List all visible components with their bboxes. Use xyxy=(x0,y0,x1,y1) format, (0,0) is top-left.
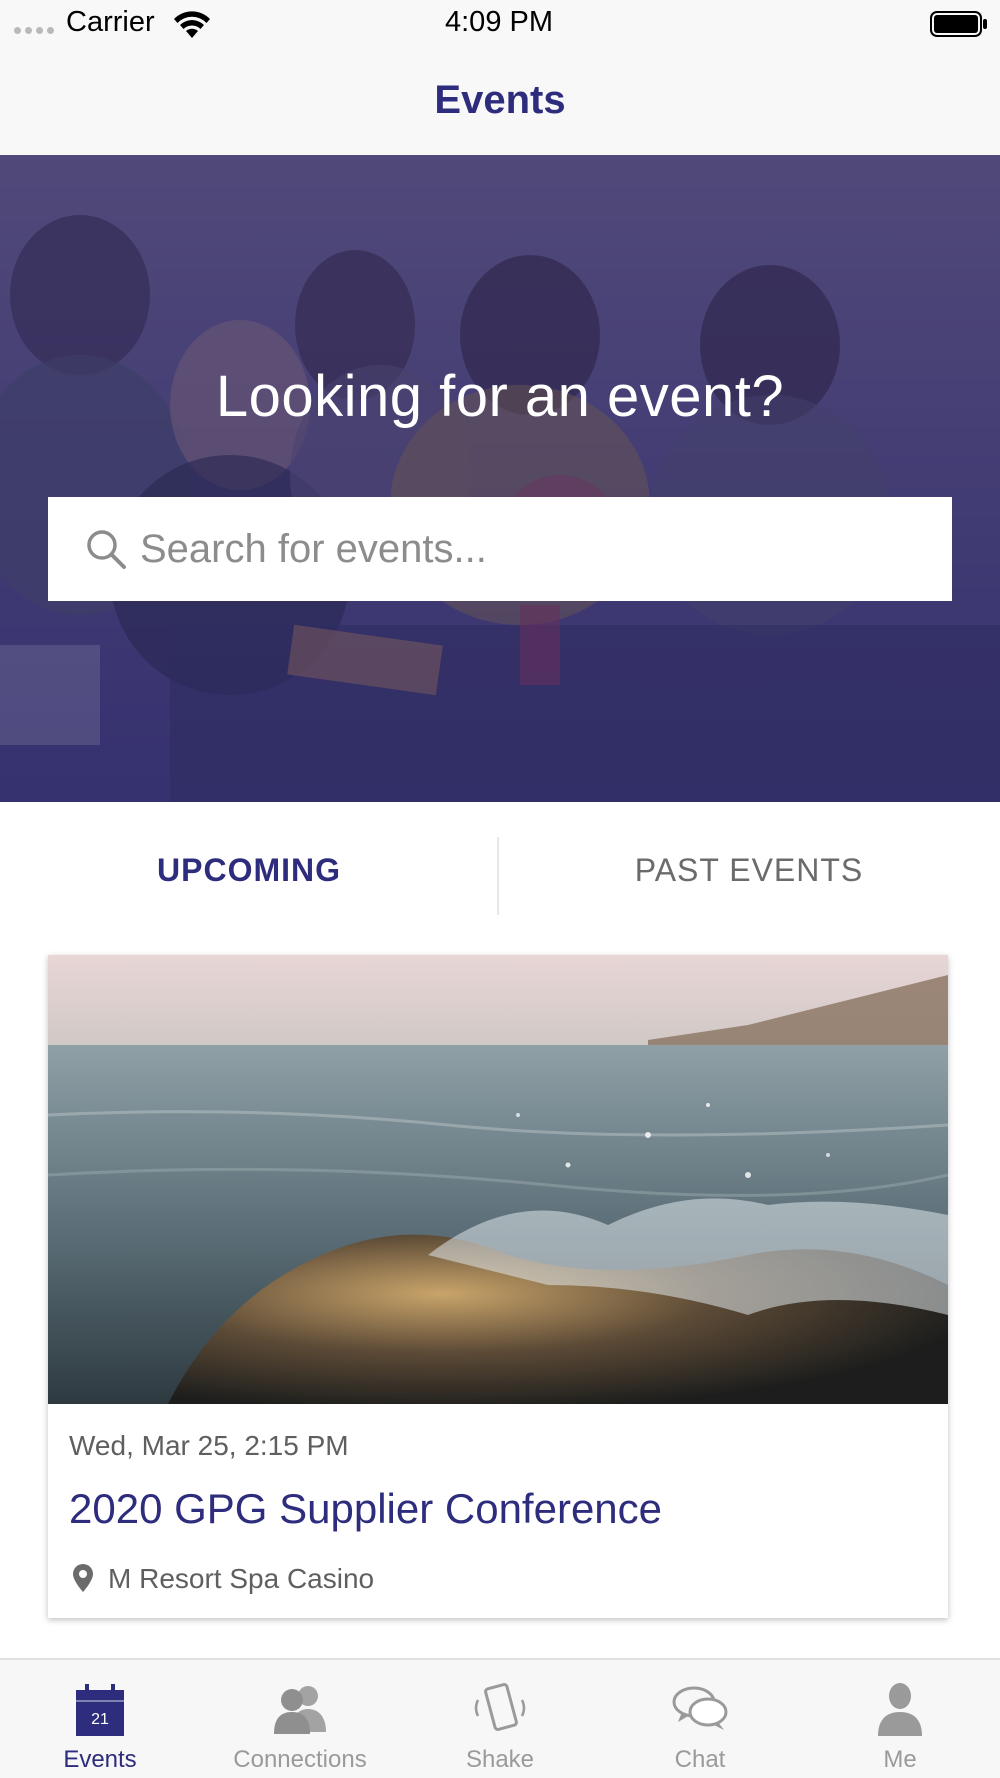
tabbar-item-shake[interactable]: Shake xyxy=(400,1660,600,1778)
battery-icon xyxy=(930,11,987,37)
tabbar-item-chat[interactable]: Chat xyxy=(600,1660,800,1778)
phone-shake-icon xyxy=(474,1683,526,1731)
tab-divider xyxy=(497,837,499,915)
clock: 4:09 PM xyxy=(445,6,553,38)
chat-icon xyxy=(672,1686,728,1730)
event-cover-image xyxy=(48,955,948,1404)
search-box[interactable] xyxy=(48,497,952,601)
event-filter-tabs: UPCOMING PAST EVENTS xyxy=(0,802,1000,947)
event-date: Wed, Mar 25, 2:15 PM xyxy=(69,1430,349,1461)
tabbar-label: Me xyxy=(883,1746,917,1773)
tabbar-item-me[interactable]: Me xyxy=(800,1660,1000,1778)
person-icon xyxy=(878,1683,922,1736)
tabbar-item-connections[interactable]: Connections xyxy=(200,1660,400,1778)
calendar-day-number: 21 xyxy=(91,1711,109,1728)
tabbar-label: Chat xyxy=(674,1746,726,1773)
search-input[interactable] xyxy=(140,517,920,581)
calendar-icon: 21 xyxy=(76,1684,124,1736)
search-icon xyxy=(87,530,126,569)
bottom-tab-bar: 21 Events Connections Shake Chat Me xyxy=(0,1658,1000,1778)
hero-headline: Looking for an event? xyxy=(215,364,785,429)
event-card[interactable]: Wed, Mar 25, 2:15 PM 2020 GPG Supplier C… xyxy=(48,955,948,1618)
navigation-bar: Events xyxy=(0,48,1000,155)
tabbar-label: Shake xyxy=(465,1746,535,1773)
events-screen: Carrier 4:09 PM Events Looking for an ev… xyxy=(0,0,1000,1778)
hero-banner: Looking for an event? xyxy=(0,155,1000,802)
tabbar-label: Events xyxy=(63,1746,137,1773)
people-icon xyxy=(274,1686,326,1734)
tabbar-item-events[interactable]: 21 Events xyxy=(0,1660,200,1778)
location-pin-icon xyxy=(73,1564,93,1592)
tab-upcoming[interactable]: UPCOMING xyxy=(0,852,498,900)
tab-past-events[interactable]: PAST EVENTS xyxy=(500,852,998,900)
tabbar-label: Connections xyxy=(233,1746,367,1773)
hero-overlay xyxy=(0,155,1000,802)
page-title: Events xyxy=(434,78,566,122)
event-title: 2020 GPG Supplier Conference xyxy=(69,1485,663,1532)
status-bar: Carrier 4:09 PM xyxy=(0,0,1000,48)
event-venue: M Resort Spa Casino xyxy=(108,1563,375,1594)
